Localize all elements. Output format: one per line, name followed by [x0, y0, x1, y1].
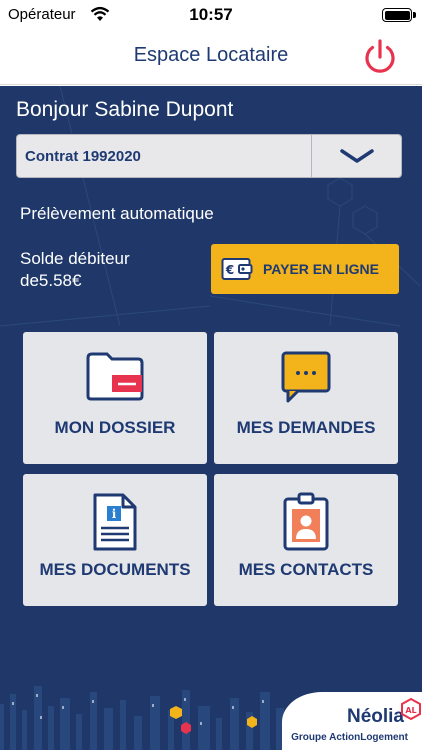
contact-badge-icon [283, 492, 329, 551]
al-badge-icon: AL [401, 698, 421, 720]
al-badge-text: AL [405, 706, 416, 715]
status-bar: Opérateur 10:57 [0, 0, 422, 30]
svg-text:i: i [112, 507, 117, 521]
tile-mes-contacts[interactable]: MES CONTACTS [214, 474, 398, 606]
contract-select[interactable]: Contrat 1992020 [16, 134, 402, 178]
tile-label: MES CONTACTS [238, 560, 374, 579]
document-info-icon: i [93, 493, 137, 551]
neolia-logo: Néolia AL Groupe ActionLogement [282, 692, 422, 750]
tile-mes-documents[interactable]: i MES DOCUMENTS [23, 474, 207, 606]
balance-amount: 5.58€ [38, 271, 82, 290]
folder-icon [86, 352, 144, 401]
power-icon[interactable] [360, 37, 400, 77]
balance-prefix: de [20, 271, 39, 290]
tile-label: MON DOSSIER [54, 418, 176, 437]
balance-label: Solde débiteur [20, 249, 130, 268]
chat-bubble-icon [281, 351, 331, 403]
svg-text:€: € [225, 263, 234, 277]
chevron-down-icon[interactable] [339, 147, 375, 165]
tile-mes-demandes[interactable]: MES DEMANDES [214, 332, 398, 464]
user-name: Sabine Dupont [94, 98, 234, 121]
page-title: Espace Locataire [133, 44, 289, 66]
contract-value: Contrat 1992020 [25, 148, 141, 165]
brand-subtitle: Groupe ActionLogement [291, 732, 408, 743]
tile-mon-dossier[interactable]: MON DOSSIER [23, 332, 207, 464]
balance-info: Solde débiteur de5.58€ [20, 248, 130, 292]
wallet-icon: € [221, 258, 253, 280]
main-panel: Bonjour Sabine Dupont Contrat 1992020 Pré… [0, 86, 422, 750]
payment-mode: Prélèvement automatique [20, 204, 214, 223]
battery-icon [382, 8, 416, 22]
greeting-hello: Bonjour [16, 98, 89, 121]
pay-online-label: PAYER EN LIGNE [263, 261, 379, 277]
balance-line: de5.58€ [20, 270, 130, 292]
nav-bar: Espace Locataire [0, 30, 422, 85]
brand-name: Néolia [346, 706, 404, 727]
tile-label: MES DOCUMENTS [39, 560, 191, 579]
clock: 10:57 [189, 5, 233, 24]
select-divider [311, 135, 312, 177]
tile-label: MES DEMANDES [236, 418, 376, 437]
greeting: Bonjour Sabine Dupont [16, 98, 233, 122]
pay-online-button[interactable]: € PAYER EN LIGNE [211, 244, 399, 294]
